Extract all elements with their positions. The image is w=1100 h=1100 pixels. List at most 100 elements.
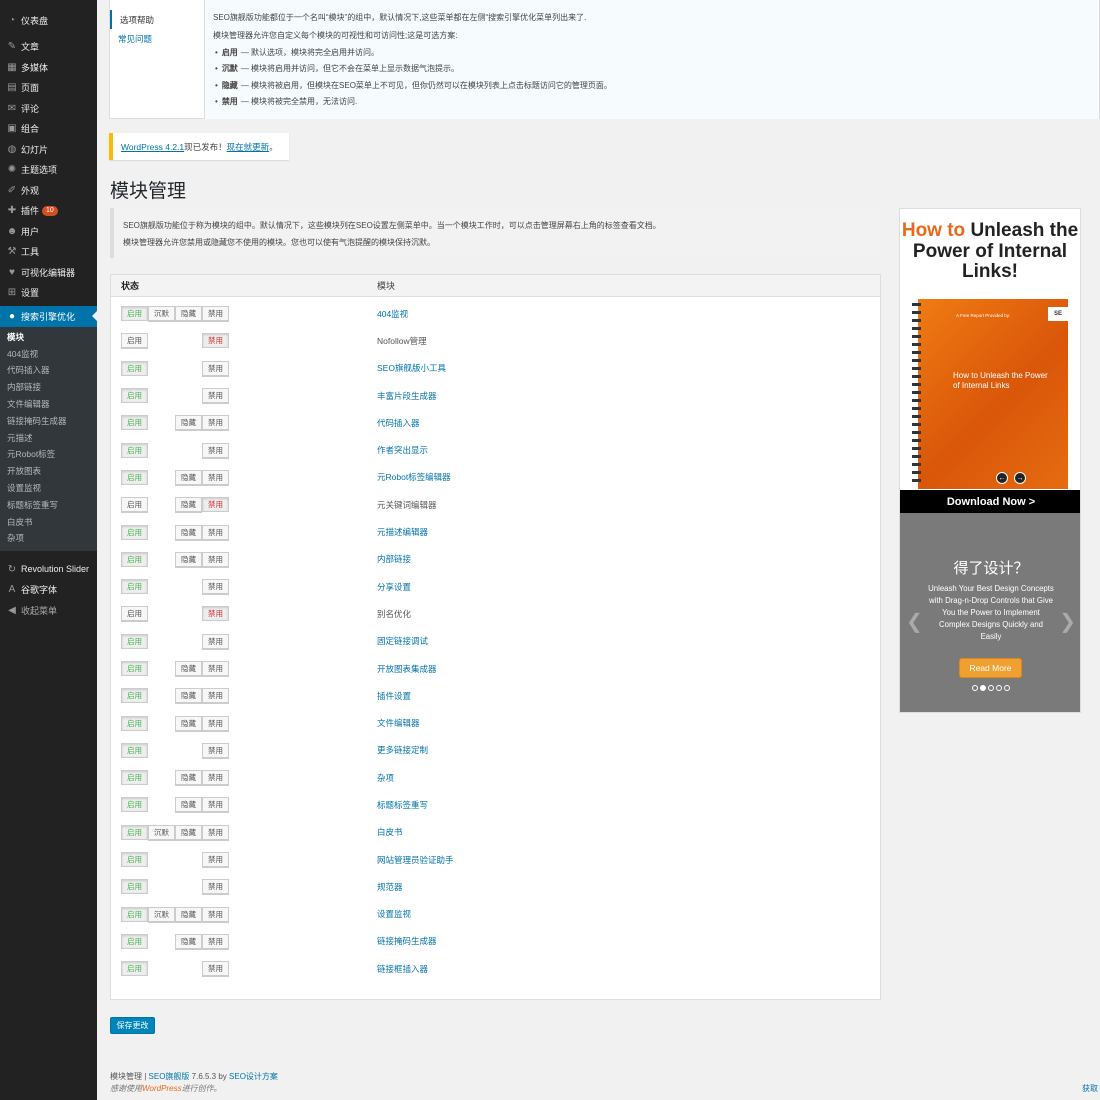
- status-hide-button[interactable]: 隐藏: [175, 688, 202, 704]
- status-disable-button[interactable]: 禁用: [202, 469, 229, 485]
- sidebar-item[interactable]: A 谷歌字体: [0, 579, 97, 600]
- status-enable-button[interactable]: 启用: [121, 524, 148, 540]
- module-name-link[interactable]: 404监视: [377, 308, 408, 320]
- save-changes-button[interactable]: 保存更改: [110, 1017, 155, 1034]
- footer-get-version-link[interactable]: 获取: [1082, 1083, 1098, 1094]
- module-name-link[interactable]: 元描述编辑器: [377, 526, 428, 538]
- status-enable-button[interactable]: 启用: [121, 770, 148, 786]
- module-name-link[interactable]: SEO旗舰版小工具: [377, 362, 446, 374]
- sidebar-item[interactable]: ▦ 多媒体: [0, 57, 97, 78]
- module-name-link[interactable]: 丰富片段生成器: [377, 390, 437, 402]
- status-enable-button[interactable]: 启用: [121, 715, 148, 731]
- footer-author-link[interactable]: SEO设计方案: [229, 1072, 278, 1081]
- status-silent-button[interactable]: 沉默: [148, 906, 175, 922]
- sidebar-item[interactable]: ⚒ 工具: [0, 242, 97, 263]
- status-disable-button[interactable]: 禁用: [202, 688, 229, 704]
- status-enable-button[interactable]: 启用: [121, 442, 148, 458]
- status-disable-button[interactable]: 禁用: [202, 933, 229, 949]
- status-disable-button[interactable]: 禁用: [202, 360, 229, 376]
- status-hide-button[interactable]: 隐藏: [175, 469, 202, 485]
- sidebar-item[interactable]: ◀ 收起菜单: [0, 600, 97, 621]
- module-name-link[interactable]: 代码插入器: [377, 417, 420, 429]
- status-enable-button[interactable]: 启用: [121, 633, 148, 649]
- status-disable-button[interactable]: 禁用: [202, 906, 229, 922]
- sidebar-item[interactable]: ✉ 评论: [0, 98, 97, 119]
- slider-prev-icon[interactable]: ❮: [906, 609, 923, 634]
- status-disable-button[interactable]: 禁用: [202, 306, 229, 322]
- status-enable-button[interactable]: 启用: [121, 661, 148, 676]
- status-enable-button[interactable]: 启用: [121, 933, 148, 949]
- module-name-link[interactable]: 分享设置: [377, 581, 411, 593]
- ad-read-more-button[interactable]: Read More: [959, 658, 1022, 678]
- status-disable-button[interactable]: 禁用: [202, 770, 229, 786]
- module-name-link[interactable]: 杂项: [377, 772, 394, 784]
- status-enable-button[interactable]: 启用: [121, 852, 148, 868]
- module-name-link[interactable]: 标题标签重写: [377, 799, 428, 811]
- sidebar-item[interactable]: ✎ 文章: [0, 37, 97, 58]
- status-enable-button[interactable]: 启用: [121, 388, 148, 404]
- module-name-link[interactable]: 插件设置: [377, 690, 411, 702]
- submenu-item[interactable]: 杂项: [0, 530, 97, 547]
- status-disable-button[interactable]: 禁用: [202, 524, 229, 540]
- footer-wordpress-link[interactable]: WordPress: [142, 1084, 182, 1093]
- ad-banner[interactable]: How to Unleash the Power of Internal Lin…: [899, 208, 1081, 713]
- status-hide-button[interactable]: 隐藏: [175, 661, 202, 676]
- sidebar-item[interactable]: ✺ 主题选项: [0, 160, 97, 181]
- status-enable-button[interactable]: 启用: [121, 688, 148, 704]
- status-disable-button[interactable]: 禁用: [202, 606, 229, 622]
- slider-next-icon[interactable]: ❯: [1059, 609, 1076, 634]
- status-silent-button[interactable]: 沉默: [148, 306, 175, 322]
- sidebar-item[interactable]: ☻ 用户: [0, 221, 97, 242]
- status-hide-button[interactable]: 隐藏: [175, 906, 202, 922]
- status-disable-button[interactable]: 禁用: [202, 442, 229, 458]
- submenu-item[interactable]: 链接掩码生成器: [0, 412, 97, 429]
- status-disable-button[interactable]: 禁用: [202, 388, 229, 404]
- status-enable-button[interactable]: 启用: [121, 606, 148, 622]
- status-enable-button[interactable]: 启用: [121, 879, 148, 895]
- sidebar-item[interactable]: ⊞ 设置: [0, 283, 97, 304]
- submenu-item[interactable]: 开放图表: [0, 463, 97, 480]
- status-disable-button[interactable]: 禁用: [202, 579, 229, 595]
- status-disable-button[interactable]: 禁用: [202, 661, 229, 676]
- module-name-link[interactable]: 白皮书: [377, 826, 403, 838]
- submenu-item[interactable]: 文件编辑器: [0, 396, 97, 413]
- submenu-item[interactable]: 设置监视: [0, 480, 97, 497]
- sidebar-item[interactable]: ▣ 组合: [0, 119, 97, 140]
- submenu-item[interactable]: 内部链接: [0, 379, 97, 396]
- sidebar-item[interactable]: ◔ 仪表盘: [0, 10, 97, 31]
- status-disable-button[interactable]: 禁用: [202, 879, 229, 895]
- update-now-link[interactable]: 现在就更新: [227, 141, 270, 153]
- ad-prev-arrow-icon[interactable]: ←: [996, 472, 1008, 484]
- module-name-link[interactable]: 固定链接调试: [377, 635, 428, 647]
- submenu-item[interactable]: 代码插入器: [0, 362, 97, 379]
- help-tab-options[interactable]: 选项帮助: [110, 10, 204, 29]
- sidebar-item[interactable]: ✐ 外观: [0, 180, 97, 201]
- status-enable-button[interactable]: 启用: [121, 906, 148, 922]
- status-silent-button[interactable]: 沉默: [148, 824, 175, 840]
- status-disable-button[interactable]: 禁用: [202, 333, 229, 349]
- status-enable-button[interactable]: 启用: [121, 360, 148, 376]
- status-disable-button[interactable]: 禁用: [202, 961, 229, 977]
- status-enable-button[interactable]: 启用: [121, 961, 148, 977]
- sidebar-item[interactable]: ▤ 页面: [0, 78, 97, 99]
- status-hide-button[interactable]: 隐藏: [175, 933, 202, 949]
- status-hide-button[interactable]: 隐藏: [175, 824, 202, 840]
- help-tab-faq[interactable]: 常见问题: [110, 29, 204, 48]
- status-enable-button[interactable]: 启用: [121, 415, 148, 431]
- sidebar-item[interactable]: ✚ 插件 10: [0, 201, 97, 222]
- status-hide-button[interactable]: 隐藏: [175, 524, 202, 540]
- status-hide-button[interactable]: 隐藏: [175, 497, 202, 513]
- status-disable-button[interactable]: 禁用: [202, 715, 229, 731]
- status-disable-button[interactable]: 禁用: [202, 551, 229, 567]
- ad-next-arrow-icon[interactable]: →: [1014, 472, 1026, 484]
- footer-plugin-link[interactable]: SEO旗舰版: [149, 1072, 190, 1081]
- sidebar-item[interactable]: ◍ 幻灯片: [0, 139, 97, 160]
- submenu-item[interactable]: 模块: [0, 329, 97, 346]
- status-hide-button[interactable]: 隐藏: [175, 551, 202, 567]
- status-hide-button[interactable]: 隐藏: [175, 715, 202, 731]
- status-enable-button[interactable]: 启用: [121, 306, 148, 322]
- module-name-link[interactable]: 设置监视: [377, 908, 411, 920]
- module-name-link[interactable]: 网站管理员验证助手: [377, 854, 454, 866]
- module-name-link[interactable]: 链接框插入器: [377, 963, 428, 975]
- sidebar-item[interactable]: ♥ 可视化编辑器: [0, 262, 97, 283]
